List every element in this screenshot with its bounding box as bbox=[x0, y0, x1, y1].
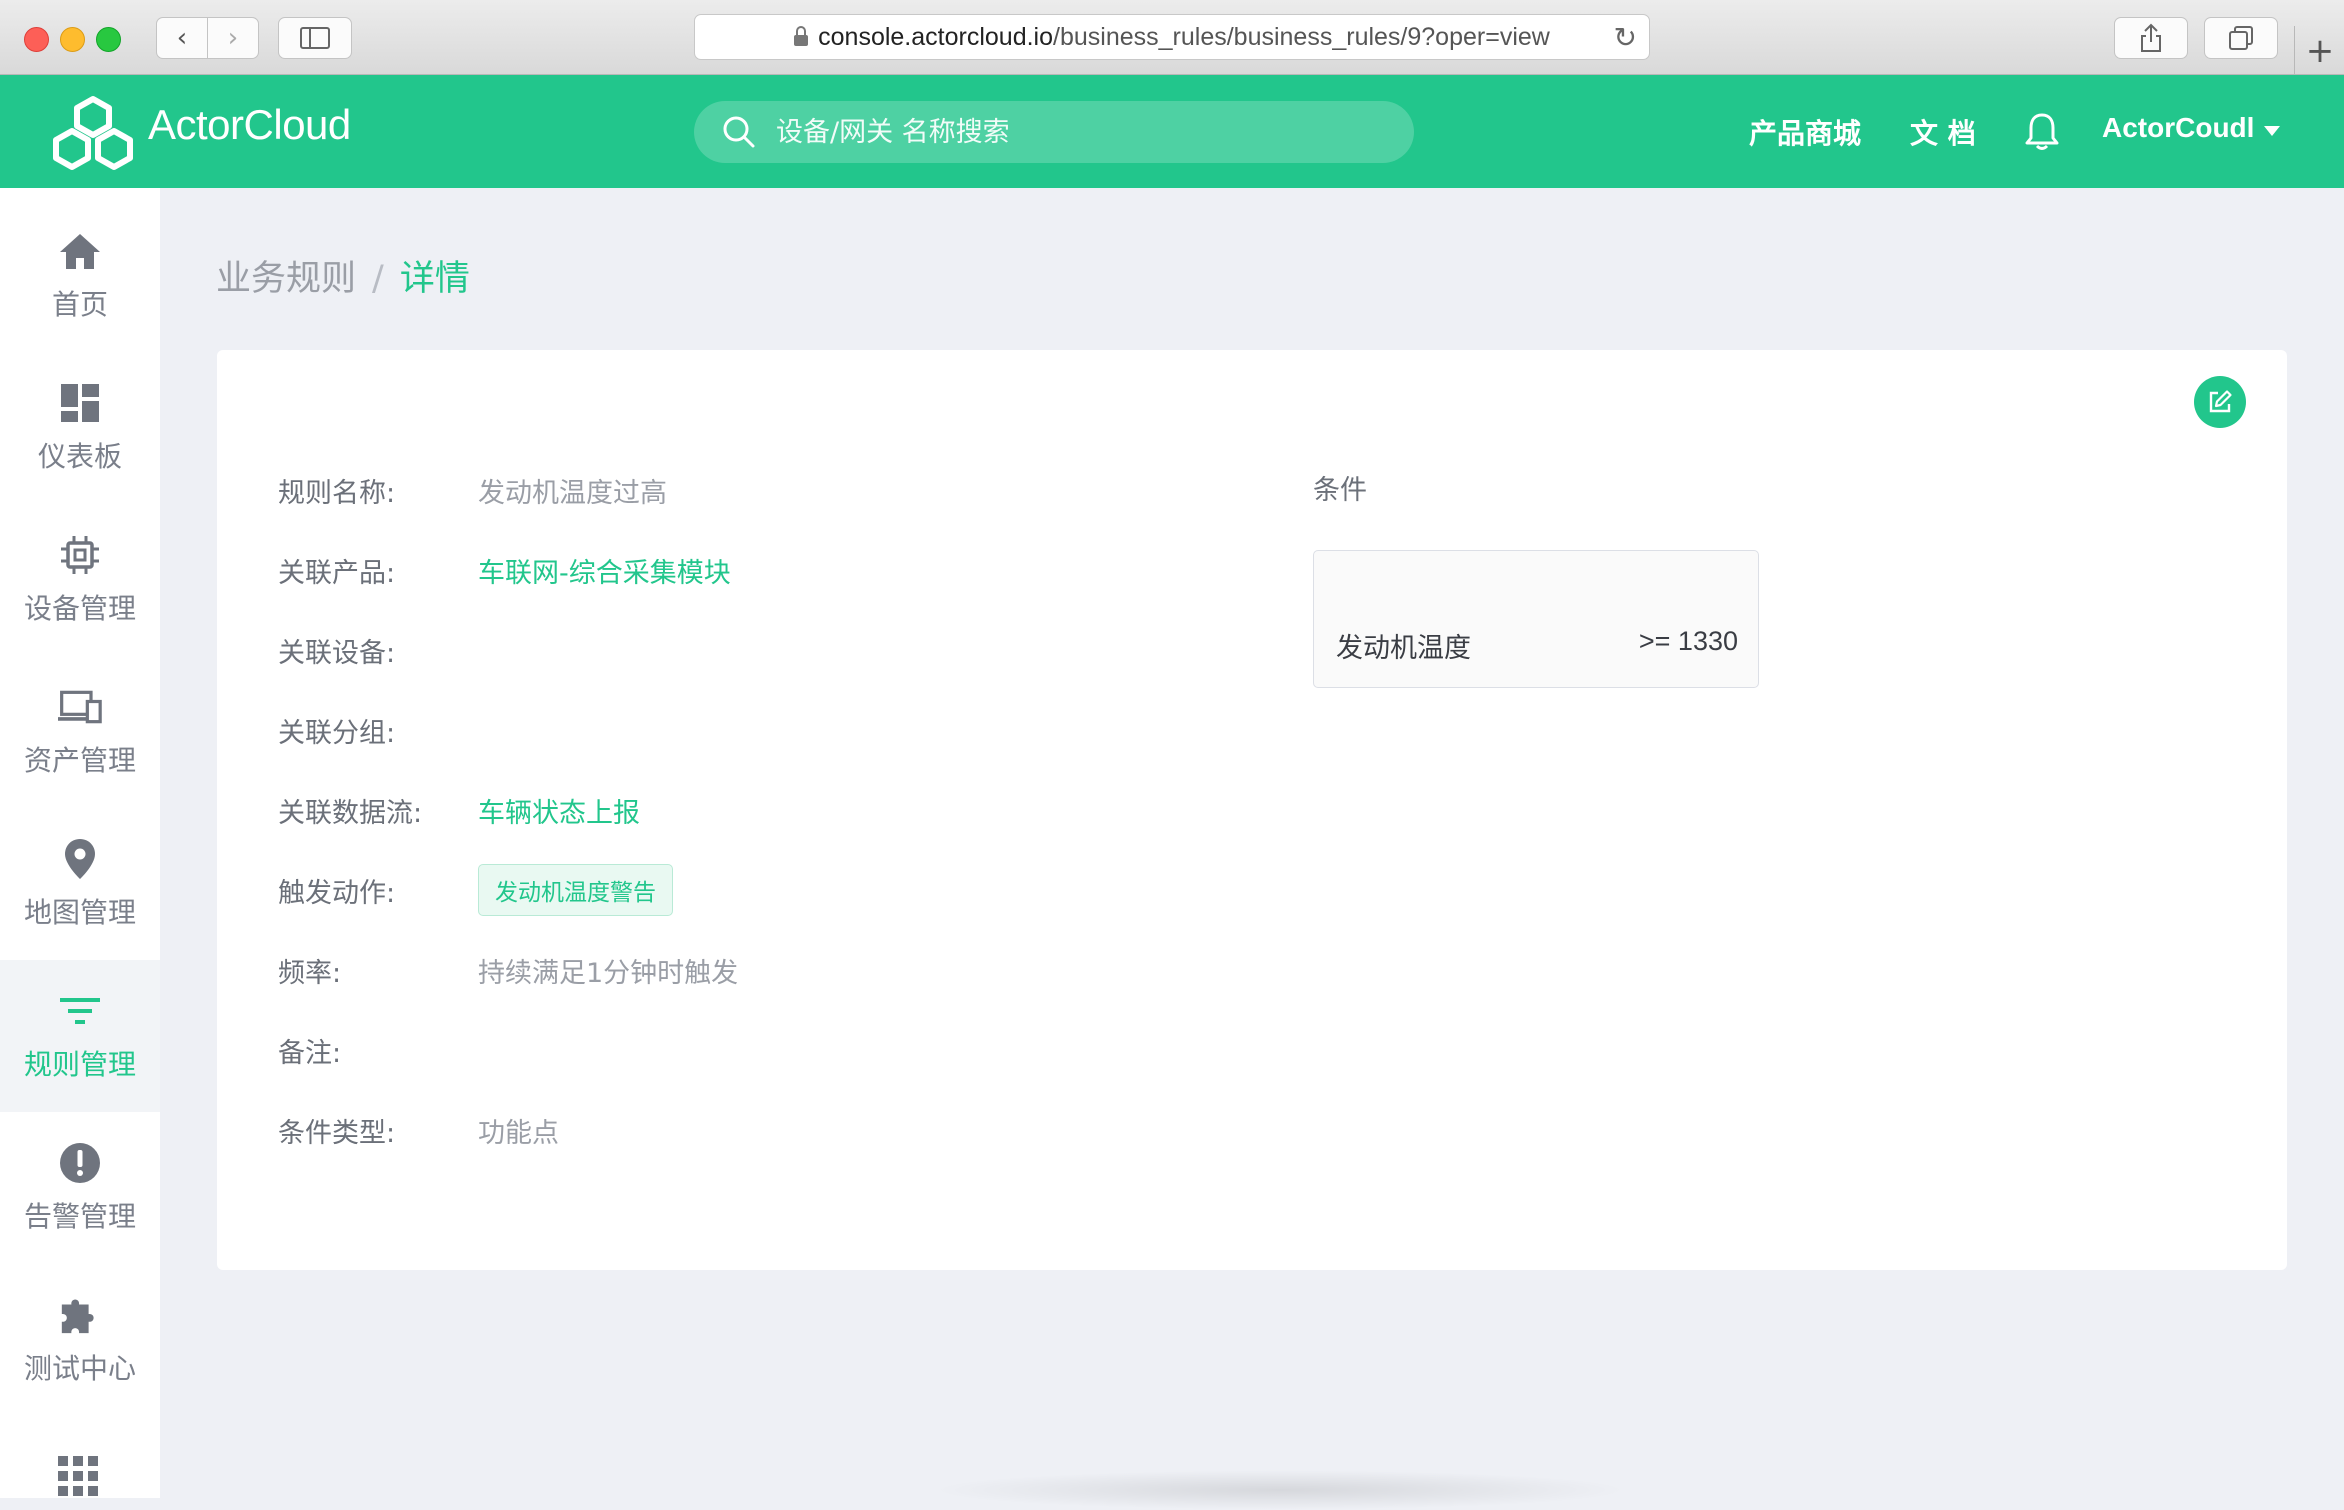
field-label: 备注: bbox=[278, 1037, 342, 1069]
condition-name: 发动机温度 bbox=[1336, 633, 1471, 664]
sidebar-item-label: 告警管理 bbox=[23, 1200, 136, 1233]
field-rule-name: 规则名称: 发动机温度过高 bbox=[278, 468, 667, 512]
sidebar-item-label: 测试中心 bbox=[23, 1352, 136, 1385]
rule-detail-card: 规则名称: 发动机温度过高 关联产品: 车联网-综合采集模块 关联设备: 关联分… bbox=[217, 350, 2287, 1270]
puzzle-icon bbox=[58, 1293, 102, 1337]
condition-title: 条件 bbox=[1313, 475, 1367, 506]
url-host: console.actorcloud.io bbox=[818, 22, 1054, 51]
sidebar-toggle-button[interactable] bbox=[278, 17, 352, 59]
field-product: 关联产品: 车联网-综合采集模块 bbox=[278, 548, 731, 592]
sidebar-item-map[interactable]: 地图管理 bbox=[0, 808, 160, 960]
dashboard-icon bbox=[58, 381, 102, 425]
edit-button[interactable] bbox=[2194, 376, 2246, 428]
chip-icon bbox=[58, 533, 102, 577]
brand-name: ActorCloud bbox=[148, 101, 351, 148]
frequency-value: 持续满足1分钟时触发 bbox=[478, 957, 739, 989]
app-header: ActorCloud 产品商城 文 档 ActorCoudl bbox=[0, 75, 2344, 188]
sidebar-item-label: 资产管理 bbox=[23, 744, 136, 777]
lock-icon bbox=[794, 25, 809, 46]
field-device: 关联设备: bbox=[278, 628, 478, 672]
sidebar-item-alerts[interactable]: 告警管理 bbox=[0, 1112, 160, 1264]
sidebar-icon bbox=[300, 27, 330, 49]
condition-type-value: 功能点 bbox=[478, 1117, 559, 1149]
field-group: 关联分组: bbox=[278, 708, 478, 752]
breadcrumb-current: 详情 bbox=[399, 259, 470, 299]
chevron-left-icon: ‹ bbox=[176, 23, 188, 53]
field-label: 关联产品: bbox=[278, 557, 396, 589]
field-label: 频率: bbox=[278, 957, 342, 989]
browser-toolbar: ‹ › console.actorcloud.io/business_rules… bbox=[0, 0, 2344, 75]
action-tag[interactable]: 发动机温度警告 bbox=[478, 864, 673, 916]
sidebar-item-label: 设备管理 bbox=[23, 592, 136, 625]
actorcloud-logo[interactable] bbox=[38, 93, 148, 175]
sidebar-item-dashboard[interactable]: 仪表板 bbox=[0, 352, 160, 504]
field-label: 规则名称: bbox=[278, 477, 396, 509]
field-label: 关联分组: bbox=[278, 717, 396, 749]
tabs-icon bbox=[2229, 26, 2253, 50]
reload-icon[interactable]: ↻ bbox=[1614, 21, 1637, 54]
sidebar-item-test-center[interactable]: 测试中心 bbox=[0, 1264, 160, 1416]
user-menu[interactable]: ActorCoudl bbox=[2102, 112, 2254, 144]
field-label: 触发动作: bbox=[278, 877, 396, 909]
condition-expression: >= 1330 bbox=[1638, 626, 1738, 656]
edit-icon bbox=[2209, 390, 2232, 413]
bell-icon[interactable] bbox=[2024, 111, 2060, 151]
caret-down-icon[interactable] bbox=[2264, 126, 2280, 136]
forward-button[interactable]: › bbox=[207, 17, 259, 59]
breadcrumb: 业务规则 / 详情 bbox=[216, 250, 470, 301]
sidebar-item-label: 仪表板 bbox=[37, 440, 122, 473]
search-input[interactable] bbox=[774, 115, 1378, 149]
new-tab-button[interactable]: + bbox=[2294, 26, 2344, 75]
field-label: 关联设备: bbox=[278, 637, 396, 669]
alert-icon bbox=[58, 1141, 102, 1185]
field-action: 触发动作: 发动机温度警告 bbox=[278, 864, 673, 916]
url-path: /business_rules/business_rules/9?oper=vi… bbox=[1053, 22, 1550, 51]
zoom-window-button[interactable] bbox=[96, 27, 121, 52]
rule-name-value: 发动机温度过高 bbox=[478, 477, 667, 509]
sidebar-item-label: 规则管理 bbox=[23, 1048, 136, 1081]
map-pin-icon bbox=[58, 837, 102, 881]
data-stream-link[interactable]: 车辆状态上报 bbox=[478, 791, 640, 830]
docs-link[interactable]: 文 档 bbox=[1910, 112, 1976, 152]
home-icon bbox=[58, 229, 102, 273]
breadcrumb-separator: / bbox=[372, 259, 384, 299]
sidebar-item-assets[interactable]: 资产管理 bbox=[0, 656, 160, 808]
field-label: 关联数据流: bbox=[278, 797, 423, 829]
sidebar-item-rules[interactable]: 规则管理 bbox=[0, 960, 160, 1112]
sidebar-item-devices[interactable]: 设备管理 bbox=[0, 504, 160, 656]
sidebar-item-label: 地图管理 bbox=[23, 896, 136, 929]
sidebar-item-label: 首页 bbox=[51, 288, 108, 321]
close-window-button[interactable] bbox=[24, 27, 49, 52]
condition-box: 发动机温度 >= 1330 bbox=[1313, 550, 1759, 688]
field-condition-type: 条件类型: 功能点 bbox=[278, 1108, 559, 1152]
field-label: 条件类型: bbox=[278, 1117, 396, 1149]
share-icon bbox=[2141, 23, 2161, 52]
tabs-overview-button[interactable] bbox=[2204, 17, 2278, 59]
breadcrumb-parent[interactable]: 业务规则 bbox=[216, 259, 356, 299]
filter-icon bbox=[58, 989, 102, 1033]
search-icon bbox=[723, 116, 755, 148]
global-search[interactable] bbox=[694, 101, 1414, 163]
chevron-right-icon: › bbox=[227, 23, 239, 53]
field-frequency: 频率: 持续满足1分钟时触发 bbox=[278, 948, 738, 992]
back-button[interactable]: ‹ bbox=[156, 17, 208, 59]
field-data-stream: 关联数据流: 车辆状态上报 bbox=[278, 788, 640, 832]
sidebar-item-home[interactable]: 首页 bbox=[0, 200, 160, 352]
minimize-window-button[interactable] bbox=[60, 27, 85, 52]
sidebar: 首页 仪表板 设备管理 资产管理 地图管理 规则管理 告警管理 测试中心 bbox=[0, 188, 160, 1498]
address-bar[interactable]: console.actorcloud.io/business_rules/bus… bbox=[694, 14, 1650, 60]
product-link[interactable]: 车联网-综合采集模块 bbox=[478, 551, 731, 590]
product-store-link[interactable]: 产品商城 bbox=[1749, 112, 1861, 152]
share-button[interactable] bbox=[2114, 17, 2188, 59]
field-remark: 备注: bbox=[278, 1028, 478, 1072]
plus-icon: + bbox=[2305, 30, 2335, 71]
scroll-shadow bbox=[930, 1470, 1630, 1510]
more-apps-icon[interactable] bbox=[58, 1456, 100, 1498]
devices-icon bbox=[58, 685, 102, 729]
